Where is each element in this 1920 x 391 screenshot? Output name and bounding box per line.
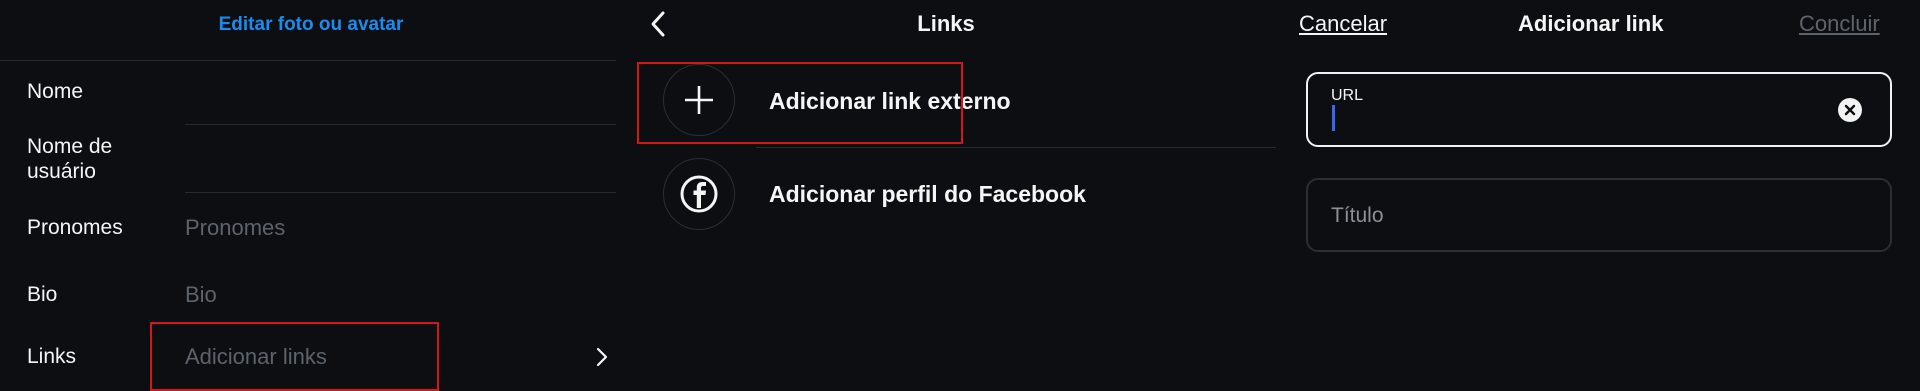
links-header: Links [616,0,1276,48]
bio-label: Bio [27,283,58,306]
facebook-icon [663,158,735,230]
url-field[interactable]: URL [1306,72,1892,147]
title-field[interactable]: Título [1306,178,1892,252]
done-button[interactable]: Concluir [1799,11,1880,37]
highlight-box-add-links [150,322,439,391]
add-link-panel: Cancelar Adicionar link Concluir URL Tít… [1276,0,1920,391]
pronouns-label: Pronomes [27,216,123,239]
pronouns-input[interactable]: Pronomes [185,215,285,241]
name-label: Nome [27,80,84,103]
links-panel: Links Adicionar link externo Adicionar p… [616,0,1276,391]
divider [756,147,1276,148]
url-field-label: URL [1331,87,1364,104]
name-field-underline[interactable] [185,124,616,125]
add-facebook-profile-option[interactable]: Adicionar perfil do Facebook [769,181,1086,208]
username-label-line2: usuário [27,160,96,183]
highlight-box-add-external-link [637,62,963,144]
page-title: Adicionar link [1518,11,1664,36]
edit-photo-link[interactable]: Editar foto ou avatar [219,14,404,36]
divider [0,60,616,61]
username-field-underline[interactable] [185,192,616,193]
edit-photo-header: Editar foto ou avatar [0,0,616,48]
text-cursor [1332,105,1335,131]
edit-profile-panel: Editar foto ou avatar Nome Nome de usuár… [0,0,616,391]
links-label: Links [27,345,77,368]
chevron-right-icon[interactable] [592,345,612,369]
username-label-line1: Nome de [27,135,113,158]
page-title: Links [917,11,975,36]
clear-icon[interactable] [1838,98,1862,122]
bio-input[interactable]: Bio [185,282,217,308]
title-field-placeholder: Título [1331,204,1384,227]
cancel-button[interactable]: Cancelar [1299,11,1387,37]
username-label: Nome de usuário [27,134,112,184]
